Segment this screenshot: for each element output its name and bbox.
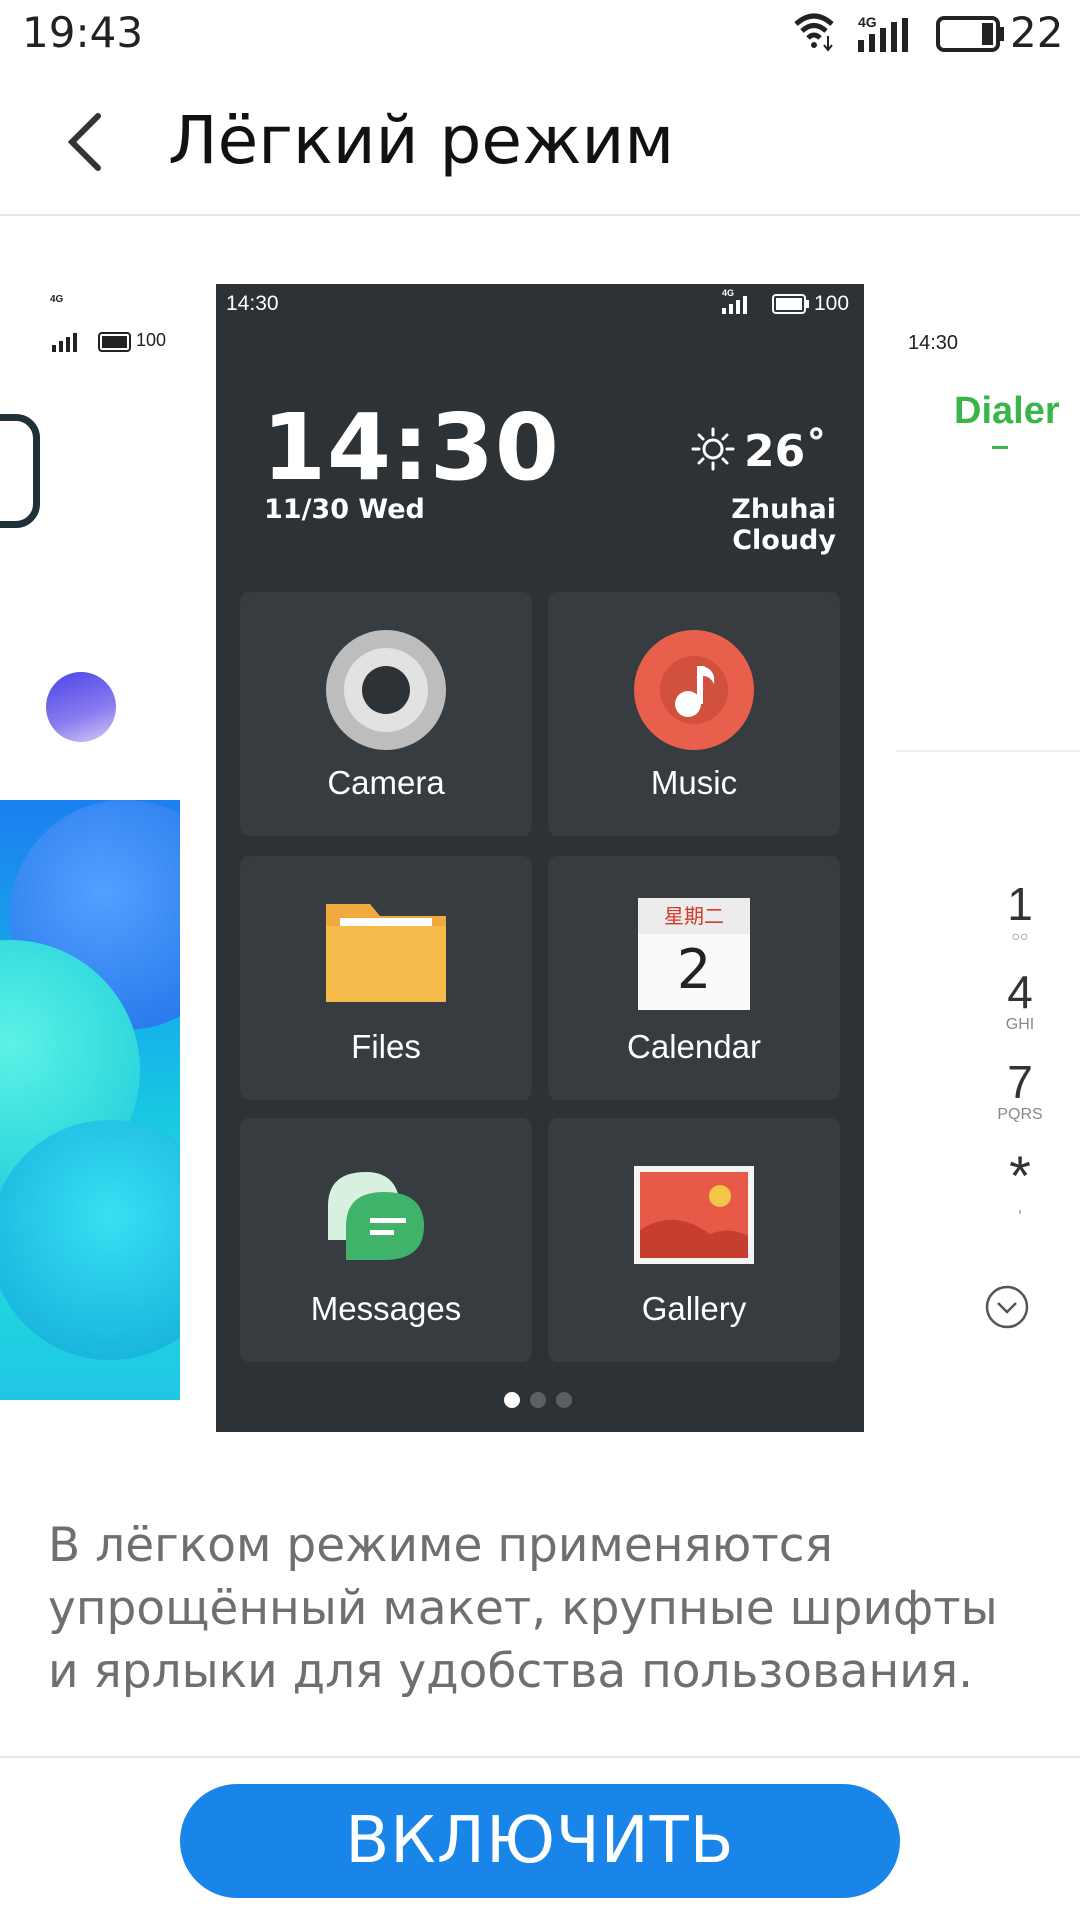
chevron-down-icon[interactable]	[984, 1284, 1030, 1330]
dial-key-4[interactable]: 4 GHI	[992, 968, 1048, 1034]
battery-percentage: 22	[1010, 8, 1064, 57]
left-wallpaper-art	[0, 800, 180, 1400]
preview-easy-mode-screen[interactable]: 14:30 4G 100 14:30 11/30 Wed 26˚ Zhuhai …	[216, 284, 864, 1432]
tile-music-label: Music	[650, 764, 738, 801]
dial-key-letters: PQRS	[997, 1106, 1043, 1123]
gallery-icon	[634, 1166, 754, 1264]
calendar-weekday: 星期二	[638, 898, 750, 934]
dial-key-letters: GHI	[1005, 1016, 1035, 1033]
left-widget-outline	[0, 414, 40, 528]
chevron-left-icon	[67, 113, 101, 171]
voicemail-icon: ○○	[1011, 928, 1029, 944]
cellular-signal-icon	[858, 18, 908, 52]
messages-icon	[328, 1172, 424, 1260]
tile-messages-label: Messages	[310, 1290, 462, 1327]
tile-gallery[interactable]: Gallery	[548, 1118, 840, 1362]
preview-left-screen[interactable]: 4G 100	[0, 280, 200, 1400]
phone-date: 11/30 Wed	[264, 494, 425, 525]
tile-files-label: Files	[351, 1028, 421, 1065]
dial-key-7[interactable]: 7 PQRS	[992, 1058, 1048, 1124]
left-battery-icon	[98, 332, 131, 352]
left-network-label: 4G	[50, 294, 64, 305]
dialer-status-time: 14:30	[908, 332, 959, 354]
phone-weather-location: Zhuhai Cloudy	[731, 494, 836, 556]
phone-signal-icon	[722, 296, 747, 314]
enable-button[interactable]: ВКЛЮЧИТЬ	[180, 1784, 900, 1898]
bottom-divider	[0, 1756, 1080, 1758]
page-title: Лёгкий режим	[168, 102, 675, 179]
folder-icon	[326, 904, 446, 1002]
page-indicator-dot-active	[504, 1392, 520, 1408]
tile-camera[interactable]: Camera	[240, 592, 532, 836]
phone-battery-text: 100	[814, 292, 850, 315]
tile-music[interactable]: Music	[548, 592, 840, 836]
back-button[interactable]	[52, 100, 122, 180]
phone-status-time: 14:30	[226, 292, 279, 315]
left-battery-text: 100	[136, 330, 167, 350]
phone-battery-icon	[772, 294, 809, 314]
page-indicator-dot	[530, 1392, 546, 1408]
dial-key-digit: 4	[1007, 966, 1033, 1018]
phone-clock: 14:30	[262, 394, 560, 501]
preview-dialer-screen[interactable]: 14:30 Dialer 1 ○○ 4 GHI 7 PQRS * ,	[896, 280, 1080, 1400]
status-bar: 19:43 4G 22	[0, 0, 1080, 66]
camera-icon	[326, 630, 446, 750]
tile-camera-label: Camera	[327, 764, 445, 801]
calendar-day: 2	[676, 938, 712, 1001]
tile-messages[interactable]: Messages	[240, 1118, 532, 1362]
sun-icon	[691, 427, 735, 471]
dial-key-letters: ,	[1017, 1199, 1023, 1216]
left-signal-icon	[52, 333, 77, 352]
dial-key-digit: 1	[1007, 878, 1033, 930]
tile-gallery-label: Gallery	[641, 1290, 747, 1327]
header-divider	[0, 214, 1080, 216]
tile-calendar-label: Calendar	[627, 1028, 761, 1065]
left-orb-decoration	[46, 672, 116, 742]
music-icon	[634, 630, 754, 750]
dial-key-1[interactable]: 1 ○○	[992, 880, 1048, 944]
page-indicator-dot	[556, 1392, 572, 1408]
calendar-icon: 星期二 2	[638, 898, 750, 1010]
dial-key-digit: *	[1009, 1144, 1031, 1207]
tile-files[interactable]: Files	[240, 856, 532, 1100]
dialer-tab-indicator	[992, 446, 1008, 449]
dialer-divider	[896, 750, 1080, 752]
dialer-tab-title: Dialer	[954, 390, 1060, 432]
phone-temperature: 26˚	[744, 426, 828, 477]
wifi-icon	[794, 13, 834, 52]
mode-description: В лёгком режиме применяются упрощённый м…	[48, 1518, 998, 1699]
dial-key-star[interactable]: * ,	[992, 1144, 1048, 1216]
dial-key-digit: 7	[1007, 1056, 1033, 1108]
status-time: 19:43	[22, 8, 144, 57]
tile-calendar[interactable]: 星期二 2 Calendar	[548, 856, 840, 1100]
battery-icon	[936, 16, 1004, 52]
